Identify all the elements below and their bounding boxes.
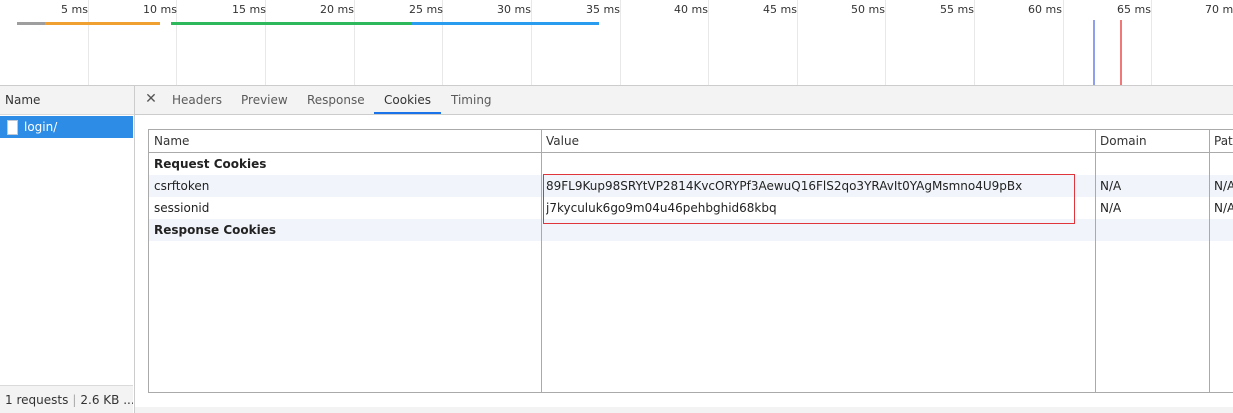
cookie-path: N/A [1214,179,1233,193]
network-timeline-overview[interactable]: 5 ms 10 ms 15 ms 20 ms 25 ms 30 ms 35 ms… [0,0,1233,86]
timeline-bar-download-blue [411,22,599,25]
cookie-value: 89FL9Kup98SRYtVP2814KvcORYPf3AewuQ16FlS2… [546,179,1023,193]
column-header-name[interactable]: Name [154,130,189,152]
load-event-marker [1120,20,1122,85]
request-name: login/ [24,120,58,134]
timeline-tick-label: 5 ms [61,3,88,16]
timeline-tick-label: 55 ms [940,3,974,16]
column-divider[interactable] [541,130,542,392]
dom-content-loaded-marker [1093,20,1095,85]
timeline-tick-label: 60 ms [1028,3,1062,16]
timeline-tick-label: 70 ms [1205,3,1233,16]
cookies-table-header: Name Value Domain Pat [149,130,1233,153]
request-cookies-label: Request Cookies [154,157,267,171]
cookie-name: sessionid [154,201,210,215]
column-divider[interactable] [1209,130,1210,392]
close-icon[interactable]: ✕ [144,91,158,107]
timeline-gridline [620,0,621,85]
timeline-gridline [797,0,798,85]
tab-timing[interactable]: Timing [441,86,502,114]
column-header-path[interactable]: Pat [1214,130,1233,152]
panel-bottom-strip [135,407,1233,413]
timeline-tick-label: 30 ms [497,3,531,16]
document-icon [7,120,18,135]
network-summary-bar: 1 requests | 2.6 KB ... [0,385,133,413]
timeline-gridline [88,0,89,85]
timeline-tick-label: 65 ms [1117,3,1151,16]
table-row[interactable]: sessionid j7kyculuk6go9m04u46pehbghid68k… [149,197,1233,219]
tab-cookies[interactable]: Cookies [374,86,441,114]
timeline-tick-label: 20 ms [320,3,354,16]
timeline-tick-label: 25 ms [409,3,443,16]
timeline-bar-download-green [171,22,411,25]
cookies-table: Name Value Domain Pat Request Cookies cs… [148,129,1233,393]
timeline-tick-label: 15 ms [232,3,266,16]
cookie-name: csrftoken [154,179,210,193]
cookie-path: N/A [1214,201,1233,215]
request-list-panel: Name login/ 1 requests | 2.6 KB ... [0,86,135,413]
tab-response[interactable]: Response [297,86,375,114]
cookie-domain: N/A [1100,179,1122,193]
timeline-bar-stalled [17,22,45,25]
column-divider[interactable] [1095,130,1096,392]
name-column-header[interactable]: Name [0,86,134,115]
timeline-tick-label: 50 ms [851,3,885,16]
detail-tab-bar: ✕ Headers Preview Response Cookies Timin… [135,86,1233,115]
timeline-tick-label: 40 ms [674,3,708,16]
table-row[interactable]: csrftoken 89FL9Kup98SRYtVP2814KvcORYPf3A… [149,175,1233,197]
timeline-gridline [974,0,975,85]
tab-preview[interactable]: Preview [231,86,298,114]
request-detail-panel: ✕ Headers Preview Response Cookies Timin… [135,86,1233,413]
request-count: 1 requests [5,393,69,407]
timeline-tick-label: 45 ms [763,3,797,16]
timeline-bar-waiting [45,22,160,25]
timeline-gridline [885,0,886,85]
request-row-login[interactable]: login/ [0,116,133,138]
timeline-gridline [1063,0,1064,85]
timeline-tick-label: 10 ms [143,3,177,16]
transferred-size: 2.6 KB ... [80,393,133,407]
request-cookies-group-row: Request Cookies [149,153,1233,175]
tab-headers[interactable]: Headers [162,86,232,114]
timeline-gridline [354,0,355,85]
summary-separator: | [72,393,77,407]
timeline-gridline [1151,0,1152,85]
timeline-gridline [531,0,532,85]
cookie-domain: N/A [1100,201,1122,215]
column-header-value[interactable]: Value [546,130,579,152]
timeline-tick-label: 35 ms [586,3,620,16]
column-header-domain[interactable]: Domain [1100,130,1147,152]
response-cookies-group-row: Response Cookies [149,219,1233,241]
cookie-value: j7kyculuk6go9m04u46pehbghid68kbq [546,201,777,215]
timeline-gridline [708,0,709,85]
response-cookies-label: Response Cookies [154,223,277,237]
